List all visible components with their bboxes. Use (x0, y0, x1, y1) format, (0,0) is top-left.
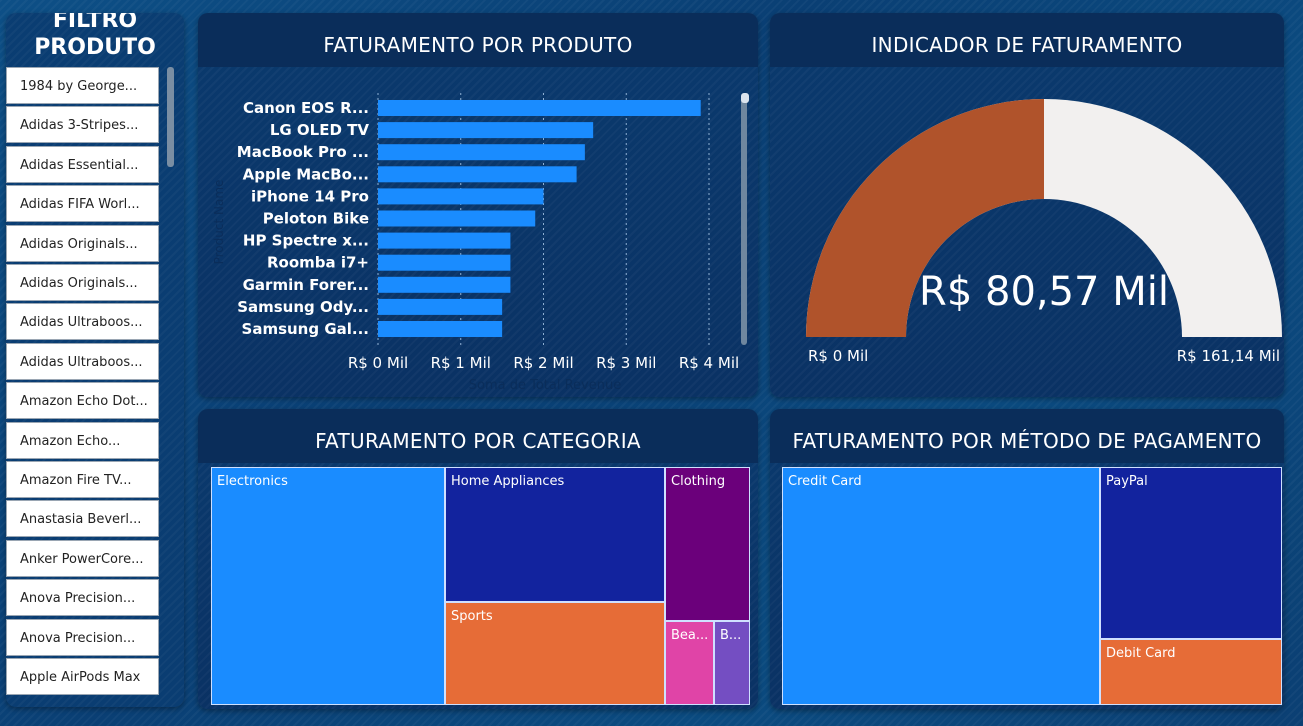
bar-category-label: Apple MacBo... (243, 165, 369, 183)
slicer-item[interactable]: Anova Precision... (6, 618, 159, 656)
bar-category-label: Samsung Gal... (242, 320, 369, 338)
tile-label: Electronics (217, 474, 288, 489)
treemap-tile-home-appliances[interactable]: Home Appliances (445, 467, 665, 602)
slicer-item[interactable]: Adidas Ultraboos... (6, 342, 159, 380)
tile-label: Bea... (671, 628, 709, 643)
tile-label: Clothing (671, 474, 726, 489)
treemap-tile-electronics[interactable]: Electronics (211, 467, 445, 705)
bar-x-tick-label: R$ 3 Mil (596, 354, 656, 372)
category-panel-title: FATURAMENTO POR CATEGORIA (198, 409, 758, 463)
filter-title-line1: FILTRO (52, 13, 138, 33)
slicer-item[interactable]: 1984 by George... (6, 67, 159, 104)
treemap-tile-sports[interactable]: Sports (445, 602, 665, 705)
gauge-panel-title: INDICADOR DE FATURAMENTO (770, 13, 1284, 67)
revenue-by-product-panel: FATURAMENTO POR PRODUTO Product Name Som… (198, 13, 758, 397)
bar-category-label: LG OLED TV (270, 121, 370, 139)
bar-category-label: Roomba i7+ (267, 254, 369, 272)
tile-label: B... (720, 628, 742, 643)
filter-title: FILTRO PRODUTO (6, 13, 184, 61)
bar[interactable] (378, 144, 585, 161)
slicer-scrollbar[interactable] (167, 67, 174, 167)
bar[interactable] (378, 122, 594, 139)
bar[interactable] (378, 188, 544, 205)
revenue-gauge: R$ 80,57 Mil R$ 0 Mil R$ 161,14 Mil (806, 99, 1282, 365)
slicer-list[interactable]: 1984 by George... Adidas 3-Stripes... Adid… (6, 67, 161, 703)
slicer-item[interactable]: Anova Precision... (6, 579, 159, 617)
bar-category-label: Canon EOS R... (243, 99, 369, 117)
revenue-indicator-panel: INDICADOR DE FATURAMENTO R$ 80,57 Mil R$… (770, 13, 1284, 397)
bar-x-tick-label: R$ 2 Mil (513, 354, 573, 372)
bar-y-axis-label: Product Name (212, 180, 226, 265)
treemap-tile-b[interactable]: B... (714, 621, 750, 705)
bar-category-label: Samsung Ody... (237, 298, 369, 316)
bar-x-tick-label: R$ 0 Mil (348, 354, 408, 372)
tile-label: PayPal (1106, 474, 1148, 489)
bar[interactable] (378, 210, 536, 227)
tile-label: Home Appliances (451, 474, 565, 489)
treemap-tile-beauty[interactable]: Bea... (665, 621, 714, 705)
bar-x-tick-label: R$ 1 Mil (431, 354, 491, 372)
slicer-item[interactable]: Adidas Originals... (6, 224, 159, 262)
payment-panel-title: FATURAMENTO POR MÉTODO DE PAGAMENTO (770, 409, 1284, 463)
slicer-item[interactable]: Anker PowerCore... (6, 539, 159, 577)
tile-label: Sports (451, 609, 493, 624)
bar[interactable] (378, 100, 701, 116)
slicer-item[interactable]: Adidas 3-Stripes... (6, 106, 159, 144)
bar-x-axis-label: Soma de Total Revenue (469, 378, 621, 393)
treemap-tile-debit-card[interactable]: Debit Card (1100, 639, 1282, 705)
slicer-item[interactable]: Amazon Echo... (6, 421, 159, 459)
bar-category-label: MacBook Pro ... (237, 143, 369, 161)
bar[interactable] (378, 254, 511, 271)
slicer-item[interactable]: Amazon Fire TV... (6, 461, 159, 498)
slicer-item[interactable]: Adidas FIFA Worl... (6, 185, 159, 223)
treemap-tile-clothing[interactable]: Clothing (665, 467, 750, 621)
revenue-by-category-panel: FATURAMENTO POR CATEGORIA Electronics Ho… (198, 409, 758, 709)
slicer-item[interactable]: Anastasia Beverl... (6, 500, 159, 538)
gauge-max-label: R$ 161,14 Mil (1177, 347, 1280, 365)
bar[interactable] (378, 276, 511, 293)
bar[interactable] (378, 321, 503, 337)
gauge-value: R$ 80,57 Mil (919, 269, 1169, 315)
bar-panel-title: FATURAMENTO POR PRODUTO (198, 13, 758, 67)
revenue-by-payment-panel: FATURAMENTO POR MÉTODO DE PAGAMENTO Cred… (770, 409, 1284, 709)
tile-label: Credit Card (788, 474, 862, 489)
treemap-tile-paypal[interactable]: PayPal (1100, 467, 1282, 639)
bar-category-label: Garmin Forer... (243, 276, 369, 294)
tile-label: Debit Card (1106, 646, 1176, 661)
slicer-item[interactable]: Adidas Originals... (6, 264, 159, 301)
bar-category-label: iPhone 14 Pro (251, 187, 369, 205)
slicer-item[interactable]: Adidas Essential... (6, 145, 159, 183)
filter-title-line2: PRODUTO (34, 35, 156, 60)
bar-chart-scrollbar-track[interactable] (741, 95, 747, 345)
revenue-by-product-chart: Product Name Soma de Total Revenue R$ 0 … (212, 93, 749, 393)
slicer-item[interactable]: Apple AirPods Max (6, 658, 159, 695)
gauge-min-label: R$ 0 Mil (808, 347, 868, 365)
treemap-tile-credit-card[interactable]: Credit Card (782, 467, 1100, 705)
bar-chart-scrollbar-thumb[interactable] (741, 93, 749, 103)
bar[interactable] (378, 298, 503, 315)
slicer-item[interactable]: Adidas Ultraboos... (6, 303, 159, 341)
bar-category-label: HP Spectre x... (243, 232, 369, 250)
slicer-item[interactable]: Amazon Echo Dot... (6, 382, 159, 420)
bar-x-tick-label: R$ 4 Mil (679, 354, 739, 372)
bar[interactable] (378, 232, 511, 249)
bar[interactable] (378, 166, 577, 183)
bar-category-label: Peloton Bike (263, 210, 369, 228)
product-filter-slicer: FILTRO PRODUTO 1984 by George... Adidas 3… (6, 13, 184, 707)
